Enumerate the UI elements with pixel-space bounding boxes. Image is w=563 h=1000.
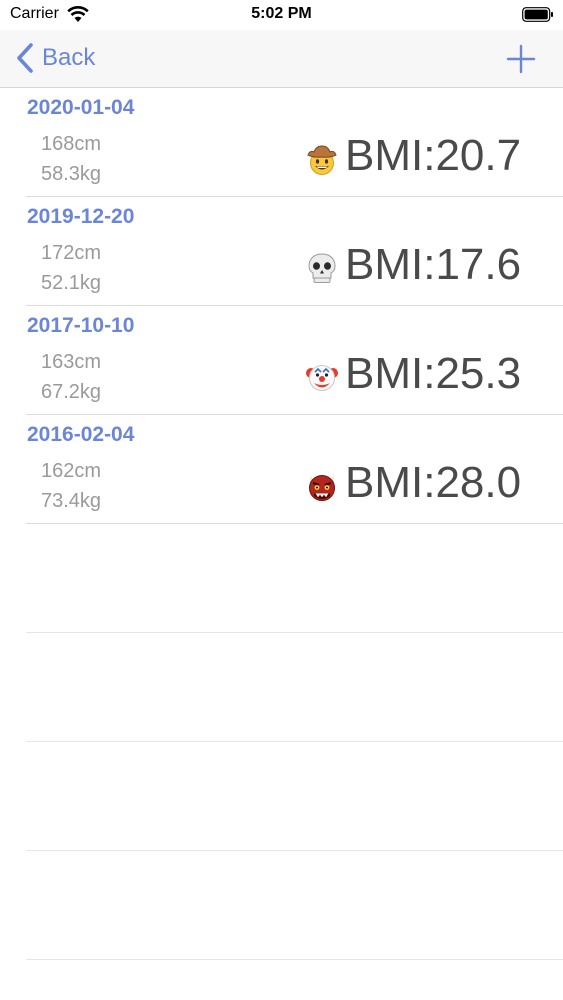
record-height: 172cm (41, 242, 102, 264)
record-weight: 58.3kg (41, 163, 102, 185)
empty-row (26, 851, 563, 960)
record-bmi: BMI:17.6 (345, 240, 522, 289)
record-height: 163cm (41, 351, 102, 373)
battery-icon (522, 7, 553, 22)
record-bmi: BMI:28.0 (345, 458, 522, 507)
status-bar: Carrier 5:02 PM (0, 0, 563, 30)
record-row[interactable]: 2017-10-10 163cm 67.2kg BMI:25.3 (26, 306, 563, 415)
back-label: Back (42, 44, 96, 71)
record-height: 162cm (41, 460, 102, 482)
record-weight: 52.1kg (41, 272, 102, 294)
record-row[interactable]: 2020-01-04 168cm 58.3kg BMI:20.7 (26, 88, 563, 197)
record-height: 168cm (41, 133, 102, 155)
empty-row (26, 633, 563, 742)
cowboy-hat-face-icon (307, 145, 337, 175)
record-row[interactable]: 2016-02-04 162cm 73.4kg BMI:28.0 (26, 415, 563, 524)
record-weight: 67.2kg (41, 381, 102, 403)
back-button[interactable]: Back (14, 38, 95, 78)
record-bmi: BMI:20.7 (345, 131, 522, 180)
record-date: 2016-02-04 (27, 423, 135, 446)
empty-row (26, 742, 563, 851)
plus-icon[interactable] (504, 42, 538, 76)
record-weight: 73.4kg (41, 490, 102, 512)
bmi-record-list: 2020-01-04 168cm 58.3kg BMI:20.7 2019-12… (0, 88, 563, 960)
record-date: 2020-01-04 (27, 96, 135, 119)
chevron-left-icon (17, 43, 33, 73)
record-date: 2019-12-20 (27, 205, 135, 228)
navigation-bar: Back (0, 30, 563, 88)
record-row[interactable]: 2019-12-20 172cm 52.1kg BMI:17.6 (26, 197, 563, 306)
status-time: 5:02 PM (251, 5, 312, 22)
clown-face-icon (306, 365, 338, 391)
empty-row (26, 524, 563, 633)
record-bmi: BMI:25.3 (345, 349, 522, 398)
ogre-icon (309, 475, 335, 501)
record-date: 2017-10-10 (27, 314, 135, 337)
skull-icon (308, 253, 336, 283)
